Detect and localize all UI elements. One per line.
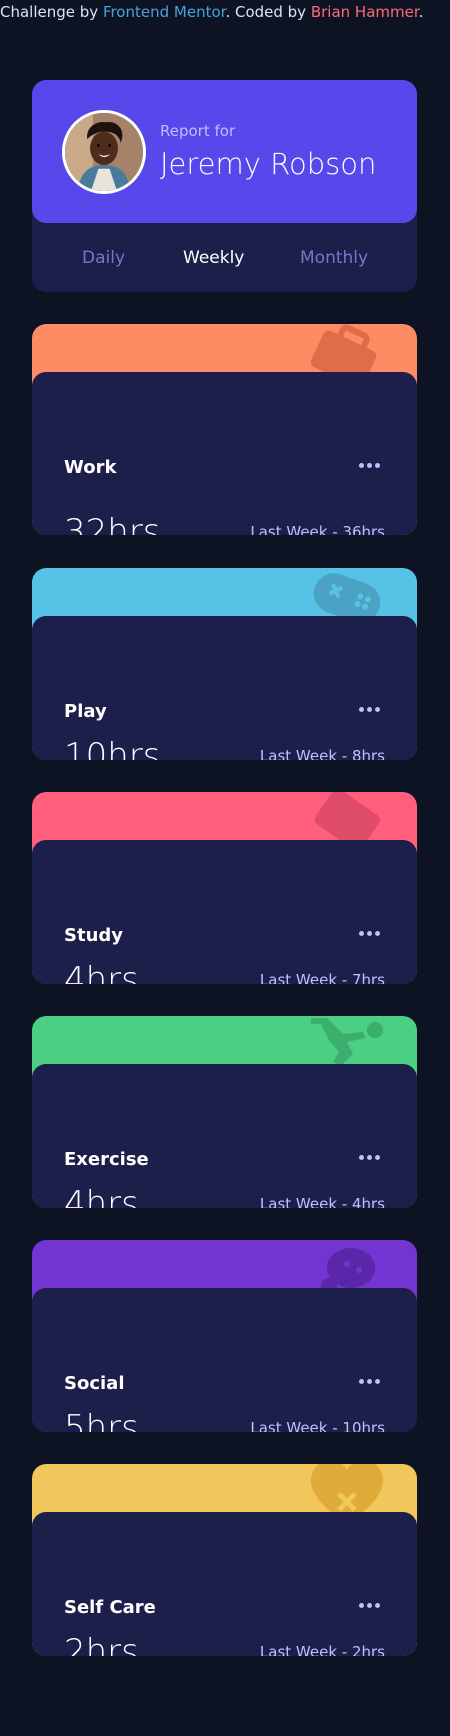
previous-hours: Last Week - 2hrs [259, 1643, 385, 1656]
previous-hours: Last Week - 8hrs [259, 747, 385, 760]
user-name: Jeremy Robson [160, 147, 377, 181]
tab-monthly[interactable]: Monthly [300, 248, 368, 268]
card-title: Work [64, 457, 117, 478]
ellipsis-icon[interactable] [359, 704, 381, 714]
card-title: Self Care [64, 1597, 156, 1618]
attribution-suffix: . [418, 3, 424, 21]
card-body-exercise: Exercise 4hrs Last Week - 4hrs [32, 1064, 417, 1208]
card-body-self-care: Self Care 2hrs Last Week - 2hrs [32, 1512, 417, 1656]
author-link[interactable]: Brian Hammer [311, 3, 419, 21]
previous-hours: Last Week - 7hrs [259, 971, 385, 984]
current-hours: 32hrs [64, 512, 161, 535]
activity-card-play: Play 10hrs Last Week - 8hrs [32, 568, 417, 760]
attribution: Challenge by Frontend Mentor. Coded by B… [0, 3, 450, 21]
activity-card-exercise: Exercise 4hrs Last Week - 4hrs [32, 1016, 417, 1208]
card-body-play: Play 10hrs Last Week - 8hrs [32, 616, 417, 760]
previous-hours: Last Week - 10hrs [250, 1419, 385, 1432]
frontend-mentor-link[interactable]: Frontend Mentor [103, 3, 226, 21]
previous-hours: Last Week - 4hrs [259, 1195, 385, 1208]
activity-card-self-care: Self Care 2hrs Last Week - 2hrs [32, 1464, 417, 1656]
report-for-label: Report for [160, 122, 236, 140]
card-body-study: Study 4hrs Last Week - 7hrs [32, 840, 417, 984]
card-body-work: Work 32hrs Last Week - 36hrs [32, 372, 417, 535]
avatar [62, 110, 146, 194]
previous-hours: Last Week - 36hrs [250, 523, 385, 535]
ellipsis-icon[interactable] [359, 1600, 381, 1610]
current-hours: 10hrs [64, 736, 161, 760]
tab-daily[interactable]: Daily [82, 248, 125, 268]
ellipsis-icon[interactable] [359, 460, 381, 470]
current-hours: 4hrs [64, 960, 139, 984]
card-title: Exercise [64, 1149, 149, 1170]
card-title: Study [64, 925, 124, 946]
avatar-image [65, 113, 143, 191]
card-title: Play [64, 701, 107, 722]
current-hours: 4hrs [64, 1184, 139, 1208]
attribution-prefix: Challenge by [0, 3, 103, 21]
tab-weekly[interactable]: Weekly [183, 248, 244, 268]
current-hours: 5hrs [64, 1408, 139, 1432]
activity-card-social: Social 5hrs Last Week - 10hrs [32, 1240, 417, 1432]
card-body-social: Social 5hrs Last Week - 10hrs [32, 1288, 417, 1432]
ellipsis-icon[interactable] [359, 928, 381, 938]
activity-card-study: Study 4hrs Last Week - 7hrs [32, 792, 417, 984]
activity-card-work: Work 32hrs Last Week - 36hrs [32, 324, 417, 535]
current-hours: 2hrs [64, 1632, 139, 1656]
profile-card: Report for Jeremy Robson Daily Weekly Mo… [32, 80, 417, 292]
card-title: Social [64, 1373, 125, 1394]
ellipsis-icon[interactable] [359, 1376, 381, 1386]
attribution-middle: . Coded by [225, 3, 311, 21]
ellipsis-icon[interactable] [359, 1152, 381, 1162]
profile-header: Report for Jeremy Robson [32, 80, 417, 223]
